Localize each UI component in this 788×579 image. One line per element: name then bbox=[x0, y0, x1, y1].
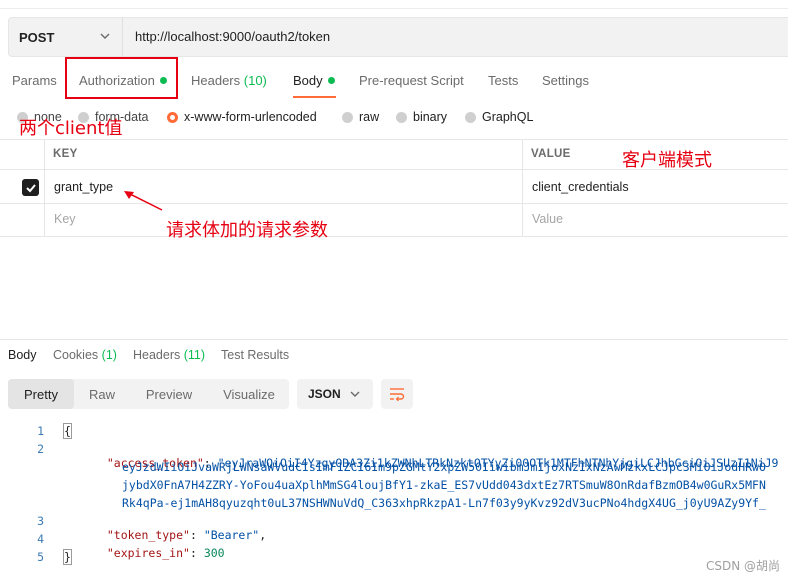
radio-raw-label: raw bbox=[359, 110, 380, 124]
tab-body-label: Body bbox=[293, 73, 323, 88]
active-tab-indicator bbox=[293, 96, 336, 98]
line-number: 3 bbox=[37, 514, 44, 528]
radio-circle-icon bbox=[396, 111, 407, 123]
annotation-client-values: 两个client值 bbox=[19, 118, 123, 139]
view-raw-button[interactable]: Raw bbox=[77, 379, 127, 409]
chevron-down-icon bbox=[100, 33, 110, 39]
status-dot-icon bbox=[327, 77, 335, 84]
radio-urlencoded-label: x-www-form-urlencoded bbox=[184, 110, 317, 124]
param-key-cell[interactable]: grant_type bbox=[54, 180, 113, 194]
json-value-line: Rk4qPa-ej1mAH8qyuzqht0uL37NSHWNuVdQ_C363… bbox=[122, 496, 766, 510]
value-placeholder-input[interactable]: Value bbox=[532, 212, 563, 226]
tab-settings-label: Settings bbox=[542, 73, 589, 88]
table-column-divider bbox=[522, 139, 523, 236]
tab-tests[interactable]: Tests bbox=[488, 73, 518, 88]
format-select[interactable]: JSON bbox=[297, 379, 373, 409]
wrap-lines-button[interactable] bbox=[381, 379, 413, 409]
method-label: POST bbox=[19, 29, 55, 45]
tab-headers[interactable]: Headers (10) bbox=[191, 73, 267, 88]
radio-raw[interactable]: raw bbox=[342, 110, 379, 124]
column-header-key: KEY bbox=[53, 148, 78, 160]
row-enabled-checkbox[interactable] bbox=[22, 179, 39, 196]
annotation-client-mode: 客户端模式 bbox=[622, 150, 712, 171]
tab-body[interactable]: Body bbox=[293, 73, 335, 88]
annotation-arrow-icon bbox=[124, 191, 163, 211]
response-divider bbox=[0, 339, 788, 340]
method-select[interactable]: POST bbox=[8, 17, 123, 57]
response-tab-test-results[interactable]: Test Results bbox=[221, 348, 289, 362]
column-header-value: VALUE bbox=[531, 148, 571, 160]
top-divider bbox=[0, 8, 788, 9]
table-column-divider bbox=[44, 139, 45, 236]
tab-headers-label: Headers bbox=[191, 73, 241, 88]
response-tab-body-label: Body bbox=[8, 348, 37, 362]
response-tab-headers-count: (11) bbox=[183, 348, 206, 362]
radio-graphql[interactable]: GraphQL bbox=[465, 110, 533, 124]
response-tab-headers-label: Headers bbox=[133, 348, 181, 362]
json-value-line: jybdX0FnA7H4ZZRY-YoFou4uaXplhMmSG4loujBf… bbox=[122, 478, 766, 492]
json-open-brace: { bbox=[63, 423, 72, 439]
tab-settings[interactable]: Settings bbox=[542, 73, 589, 88]
line-number: 2 bbox=[37, 442, 44, 456]
checkmark-icon bbox=[25, 183, 36, 192]
radio-binary[interactable]: binary bbox=[396, 110, 447, 124]
watermark: CSDN @胡尚 bbox=[705, 559, 780, 573]
table-border bbox=[0, 139, 788, 140]
table-border bbox=[0, 236, 788, 237]
radio-circle-icon bbox=[342, 111, 353, 123]
radio-binary-label: binary bbox=[413, 110, 448, 124]
line-number: 4 bbox=[37, 532, 44, 546]
tab-headers-count: (10) bbox=[243, 73, 267, 88]
view-pretty-button[interactable]: Pretty bbox=[8, 379, 74, 409]
chevron-down-icon bbox=[350, 391, 360, 397]
line-number: 5 bbox=[37, 550, 44, 564]
url-input[interactable]: http://localhost:9000/oauth2/token bbox=[135, 29, 330, 44]
tab-pre-request-label: Pre-request Script bbox=[359, 73, 464, 88]
response-tab-cookies-count: (1) bbox=[101, 348, 117, 362]
tab-params[interactable]: Params bbox=[12, 73, 57, 88]
tab-pre-request-script[interactable]: Pre-request Script bbox=[359, 73, 464, 88]
format-label: JSON bbox=[308, 387, 341, 401]
response-tab-body[interactable]: Body bbox=[8, 348, 37, 362]
json-close-brace: } bbox=[63, 549, 72, 565]
tab-params-label: Params bbox=[12, 73, 57, 88]
line-number: 1 bbox=[37, 424, 44, 438]
response-tab-headers[interactable]: Headers (11) bbox=[133, 348, 205, 362]
key-placeholder-input[interactable]: Key bbox=[54, 212, 76, 226]
tab-tests-label: Tests bbox=[488, 73, 519, 88]
view-visualize-button[interactable]: Visualize bbox=[212, 379, 286, 409]
annotation-body-params: 请求体加的请求参数 bbox=[166, 220, 328, 241]
json-value-line: eyJzdWIiOiJvaWRjLWNsaWVudCIsImF1ZCI6Im9p… bbox=[122, 460, 766, 474]
response-tab-cookies[interactable]: Cookies (1) bbox=[53, 348, 117, 362]
radio-graphql-label: GraphQL bbox=[482, 110, 534, 124]
view-preview-button[interactable]: Preview bbox=[134, 379, 204, 409]
annotation-box bbox=[65, 57, 178, 99]
wrap-lines-icon bbox=[390, 388, 405, 401]
radio-selected-icon bbox=[167, 111, 178, 123]
table-border bbox=[0, 203, 788, 204]
response-tab-cookies-label: Cookies bbox=[53, 348, 99, 362]
radio-x-www-form-urlencoded[interactable]: x-www-form-urlencoded bbox=[167, 110, 317, 124]
json-key-expires-in: "expires_in" bbox=[106, 546, 190, 560]
request-bar bbox=[8, 17, 788, 57]
param-value-cell[interactable]: client_credentials bbox=[532, 180, 629, 194]
radio-circle-icon bbox=[465, 111, 476, 123]
response-tab-test-results-label: Test Results bbox=[221, 348, 290, 362]
json-value-expires-in: 300 bbox=[203, 546, 225, 560]
